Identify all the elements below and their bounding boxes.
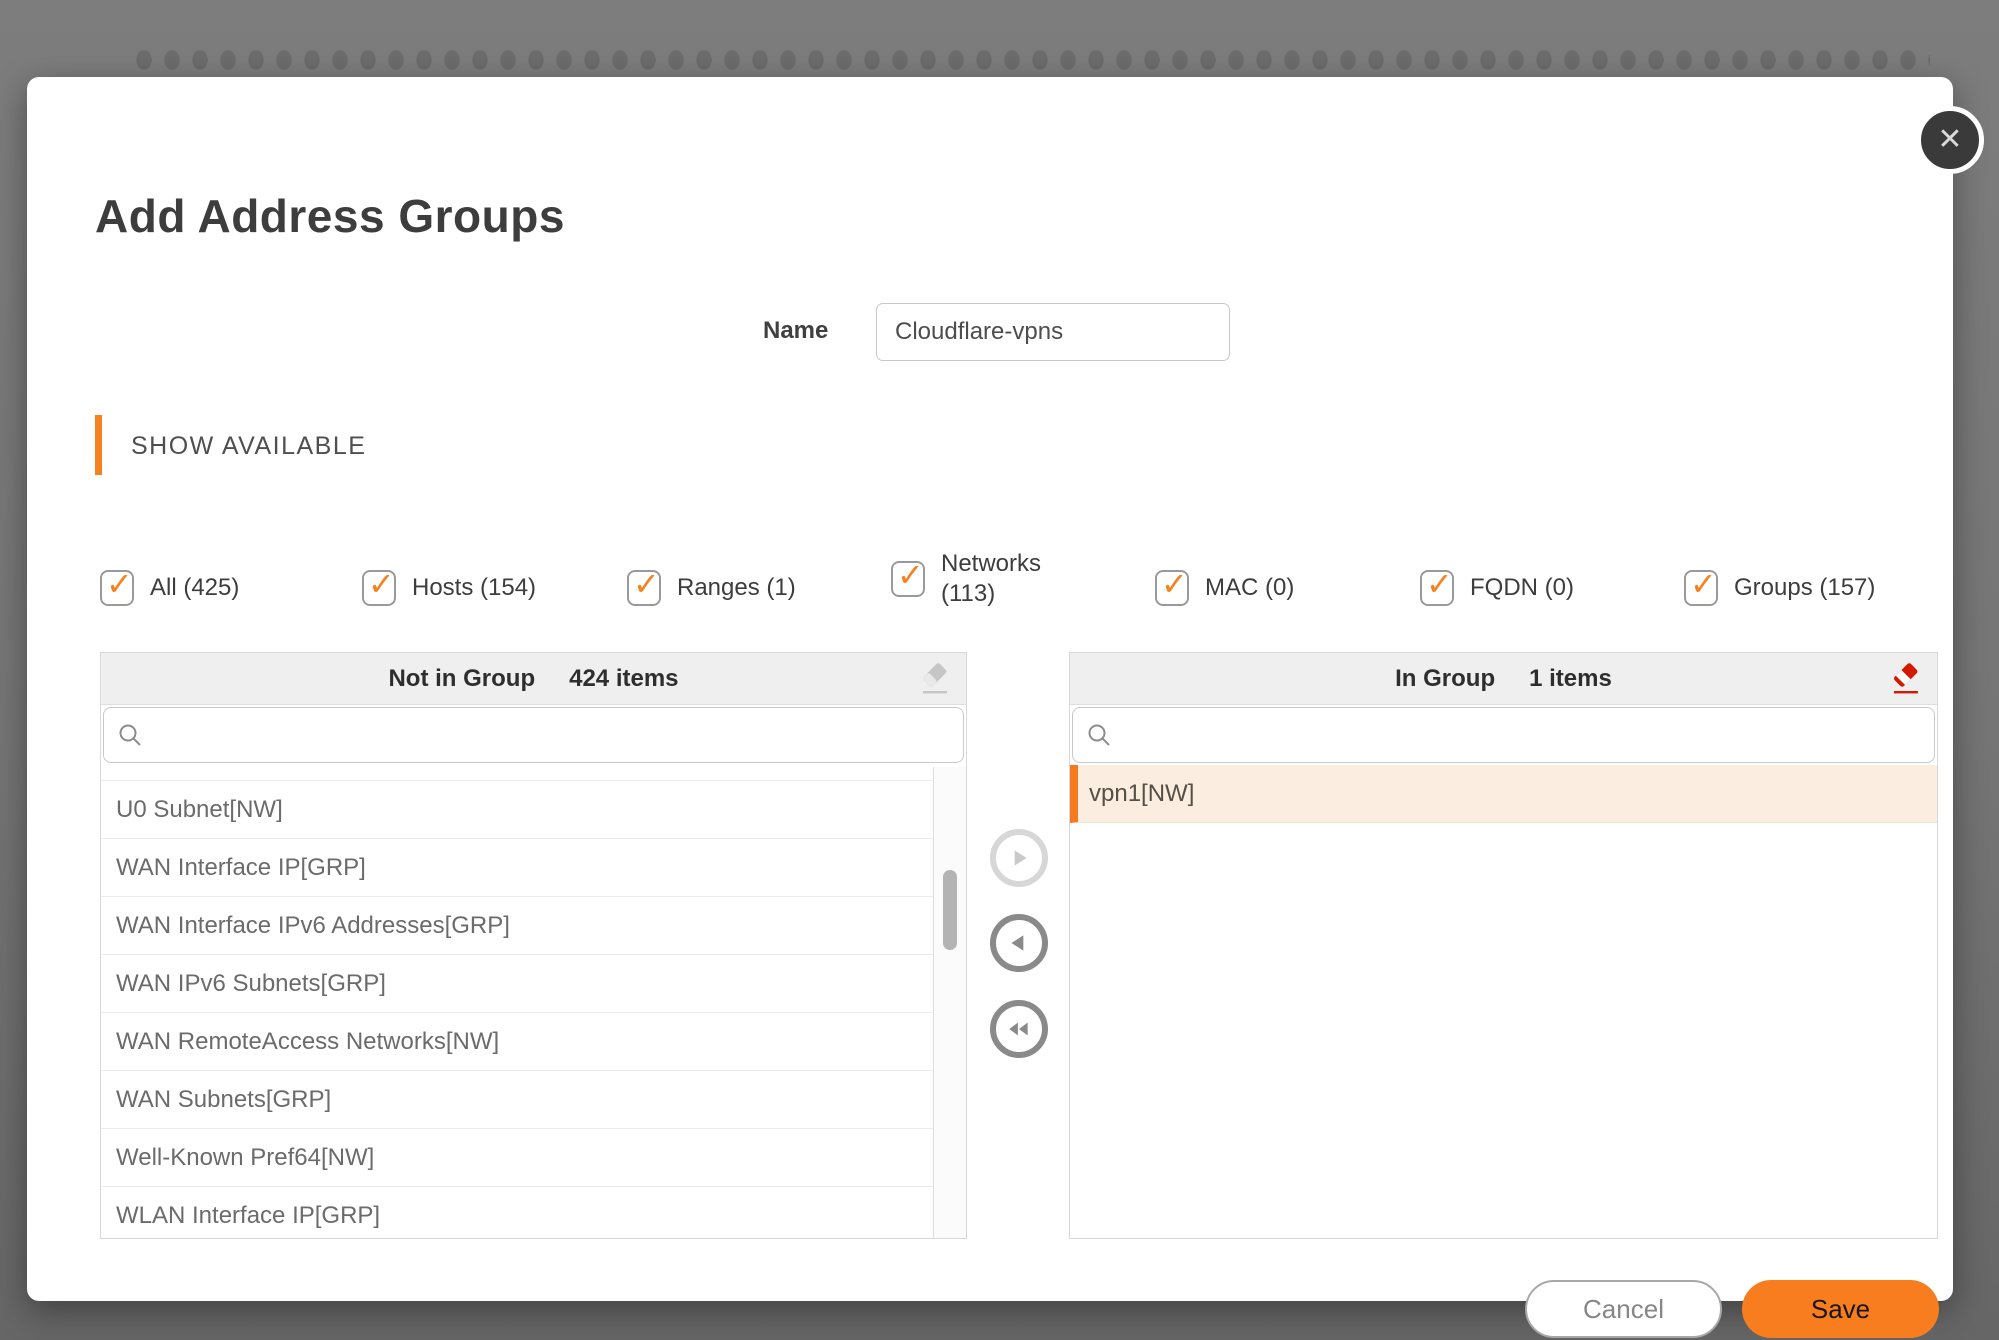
clipped-row-sliver (101, 765, 933, 781)
checkbox[interactable]: ✓ (1420, 570, 1454, 606)
list-item[interactable]: WAN Interface IP[GRP] (101, 839, 933, 897)
in-group-search (1072, 707, 1935, 763)
checkmark-icon: ✓ (1690, 566, 1717, 602)
clear-selection-button[interactable] (918, 662, 952, 696)
in-group-header: In Group 1 items (1070, 653, 1937, 705)
filter-label: Networks (113) (941, 549, 1063, 609)
filter-checkbox[interactable]: ✓ Groups (157) (1684, 570, 1875, 606)
filter-checkbox[interactable]: ✓ Networks (113) (891, 549, 1063, 609)
left-arrow-icon (1006, 930, 1032, 956)
checkmark-icon: ✓ (106, 566, 133, 602)
double-left-arrow-icon (1006, 1016, 1032, 1042)
move-left-button[interactable] (990, 914, 1048, 972)
filter-label: Ranges (1) (677, 574, 796, 602)
clear-group-button[interactable] (1889, 662, 1923, 696)
checkbox[interactable]: ✓ (100, 570, 134, 606)
save-button[interactable]: Save (1742, 1280, 1939, 1338)
filter-label: Groups (157) (1734, 574, 1875, 602)
section-accent-bar (95, 415, 102, 475)
panel-title: Not in Group (388, 665, 535, 693)
filter-checkbox[interactable]: ✓ MAC (0) (1155, 570, 1294, 606)
in-group-panel: In Group 1 items (1069, 652, 1938, 1239)
list-item[interactable]: WAN Interface IPv6 Addresses[GRP] (101, 897, 933, 955)
filter-label: MAC (0) (1205, 574, 1294, 602)
eraser-icon (918, 662, 952, 696)
list-item[interactable]: Well-Known Pref64[NW] (101, 1129, 933, 1187)
not-in-group-list: U0 Subnet[NW] WAN Interface IP[GRP] WAN … (101, 765, 933, 1239)
filter-label: Hosts (154) (412, 574, 536, 602)
add-address-groups-dialog: Add Address Groups Name SHOW AVAILABLE ✓… (27, 77, 1953, 1301)
move-all-left-button[interactable] (990, 1000, 1048, 1058)
list-item[interactable]: WAN RemoteAccess Networks[NW] (101, 1013, 933, 1071)
checkmark-icon: ✓ (368, 566, 395, 602)
dialog-title: Add Address Groups (95, 189, 565, 243)
name-label: Name (763, 317, 828, 345)
filter-checkbox[interactable]: ✓ FQDN (0) (1420, 570, 1574, 606)
search-input[interactable] (1073, 708, 1934, 762)
search-input[interactable] (104, 708, 963, 762)
close-icon: ✕ (1937, 125, 1962, 155)
name-input[interactable] (876, 303, 1230, 361)
filter-checkbox[interactable]: ✓ Ranges (1) (627, 570, 796, 606)
scrollbar-thumb[interactable] (943, 870, 957, 950)
eraser-icon (1889, 662, 1923, 696)
panel-title: In Group (1395, 665, 1495, 693)
checkbox[interactable]: ✓ (1155, 570, 1189, 606)
checkbox[interactable]: ✓ (627, 570, 661, 606)
list-item[interactable]: WAN IPv6 Subnets[GRP] (101, 955, 933, 1013)
not-in-group-panel: Not in Group 424 items (100, 652, 967, 1239)
close-button[interactable]: ✕ (1916, 106, 1984, 174)
checkmark-icon: ✓ (1161, 566, 1188, 602)
list-item[interactable]: WLAN Interface IP[GRP] (101, 1187, 933, 1239)
in-group-list: vpn1[NW] (1070, 765, 1937, 823)
checkmark-icon: ✓ (897, 557, 924, 593)
checkmark-icon: ✓ (633, 566, 660, 602)
filter-label: FQDN (0) (1470, 574, 1574, 602)
not-in-group-header: Not in Group 424 items (101, 653, 966, 705)
checkbox[interactable]: ✓ (891, 561, 925, 597)
checkmark-icon: ✓ (1426, 566, 1453, 602)
move-right-button[interactable] (990, 829, 1048, 887)
background-page-remnant (130, 40, 1930, 78)
filter-checkbox[interactable]: ✓ All (425) (100, 570, 239, 606)
show-available-label: SHOW AVAILABLE (131, 432, 366, 461)
list-item[interactable]: U0 Subnet[NW] (101, 781, 933, 839)
filter-checkbox[interactable]: ✓ Hosts (154) (362, 570, 536, 606)
filter-label: All (425) (150, 574, 239, 602)
checkbox[interactable]: ✓ (1684, 570, 1718, 606)
panel-item-count: 1 items (1529, 665, 1612, 693)
right-arrow-icon (1006, 845, 1032, 871)
cancel-button[interactable]: Cancel (1525, 1280, 1722, 1338)
list-item[interactable]: vpn1[NW] (1070, 765, 1937, 823)
list-item[interactable]: WAN Subnets[GRP] (101, 1071, 933, 1129)
checkbox[interactable]: ✓ (362, 570, 396, 606)
scrollbar-track[interactable] (933, 767, 966, 1238)
panel-item-count: 424 items (569, 665, 678, 693)
not-in-group-search (103, 707, 964, 763)
